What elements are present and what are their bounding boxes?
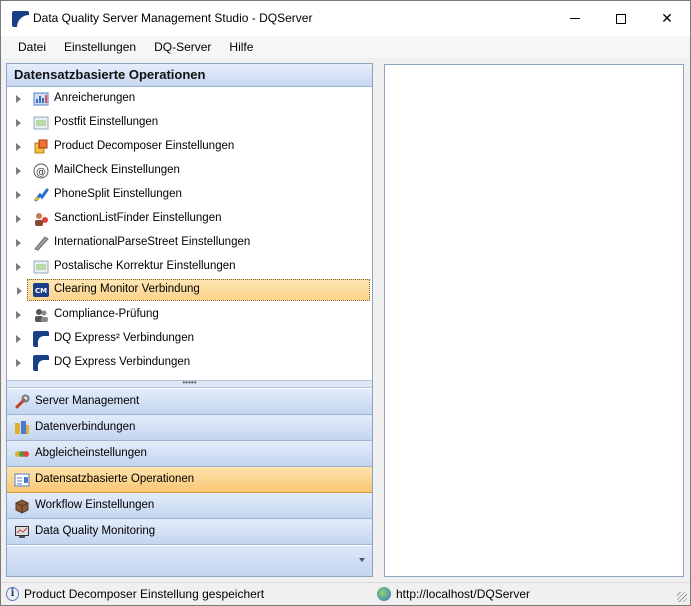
tree-item-dq-express2[interactable]: DQ Express² Verbindungen	[7, 328, 370, 350]
menu-einstellungen[interactable]: Einstellungen	[55, 40, 145, 54]
tree-item-clearing-monitor[interactable]: CM Clearing Monitor Verbindung	[17, 279, 370, 301]
tree-item-label: Postalische Korrektur Einstellungen	[54, 260, 236, 272]
content-panel	[384, 64, 684, 577]
tree-item-label: Product Decomposer Einstellungen	[54, 140, 235, 152]
tree-item-mailcheck[interactable]: @ MailCheck Einstellungen	[7, 160, 370, 182]
panel-header: Datensatzbasierte Operationen	[7, 64, 372, 87]
record-operations-icon	[14, 473, 30, 487]
panel-splitter[interactable]: •••••	[7, 379, 372, 388]
main-window: Data Quality Server Management Studio - …	[0, 0, 691, 606]
server-url: http://localhost/DQServer	[396, 587, 531, 601]
expand-arrow-icon[interactable]	[16, 191, 21, 199]
clearing-monitor-icon: CM	[33, 283, 49, 297]
sanction-list-icon	[35, 213, 48, 226]
wrench-icon	[15, 394, 30, 409]
nav-label: Server Management	[35, 395, 140, 407]
nav-label: Datenverbindungen	[35, 421, 136, 433]
phonesplit-icon	[34, 188, 49, 202]
tree-item-label: SanctionListFinder Einstellungen	[54, 212, 222, 224]
tree-item-product-decomposer[interactable]: Product Decomposer Einstellungen	[7, 136, 370, 158]
tree-item-label: Clearing Monitor Verbindung	[54, 283, 200, 295]
enrichment-icon	[33, 92, 49, 106]
svg-text:CM: CM	[35, 287, 47, 295]
menu-dq-server[interactable]: DQ-Server	[145, 40, 220, 54]
chevron-down-icon[interactable]	[359, 558, 365, 562]
menu-bar: Datei Einstellungen DQ-Server Hilfe	[1, 36, 690, 58]
compliance-icon	[35, 309, 48, 322]
svg-text:@: @	[36, 167, 46, 178]
expand-arrow-icon[interactable]	[16, 359, 21, 367]
tree-item-label: PhoneSplit Einstellungen	[54, 188, 182, 200]
tree-item-compliance-pruefung[interactable]: Compliance-Prüfung	[7, 304, 370, 326]
window-title: Data Quality Server Management Studio - …	[33, 11, 313, 25]
tree-item-anreicherungen[interactable]: Anreicherungen	[7, 88, 370, 110]
nav-workflow-einstellungen[interactable]: Workflow Einstellungen	[7, 493, 372, 519]
tree-item-label: Compliance-Prüfung	[54, 308, 159, 320]
tree-item-postalische-korrektur[interactable]: Postalische Korrektur Einstellungen	[7, 256, 370, 278]
nav-abgleicheinstellungen[interactable]: Abgleicheinstellungen	[7, 441, 372, 467]
expand-arrow-icon[interactable]	[16, 167, 21, 175]
tree-item-sanctionlistfinder[interactable]: SanctionListFinder Einstellungen	[7, 208, 370, 230]
monitoring-icon	[15, 526, 29, 538]
nav-label: Abgleicheinstellungen	[35, 447, 147, 459]
tree-item-postfit[interactable]: Postfit Einstellungen	[7, 112, 370, 134]
nav-label: Workflow Einstellungen	[35, 499, 155, 511]
data-connections-icon	[15, 421, 29, 434]
nav-overflow-bar	[7, 546, 372, 576]
expand-arrow-icon[interactable]	[16, 143, 21, 151]
expand-arrow-icon[interactable]	[16, 263, 21, 271]
minimize-button[interactable]	[552, 1, 598, 36]
globe-icon	[377, 587, 391, 601]
expand-arrow-icon[interactable]	[16, 311, 21, 319]
tree-item-label: Postfit Einstellungen	[54, 116, 159, 128]
expand-arrow-icon[interactable]	[16, 215, 21, 223]
tree-item-label: DQ Express Verbindungen	[54, 356, 191, 368]
resize-grip-icon[interactable]	[677, 592, 687, 602]
tree-item-phonesplit[interactable]: PhoneSplit Einstellungen	[7, 184, 370, 206]
maximize-icon	[616, 13, 626, 24]
postfit-icon	[33, 116, 49, 130]
product-decomposer-icon	[34, 139, 48, 154]
menu-datei[interactable]: Datei	[1, 40, 55, 54]
minimize-icon	[570, 18, 580, 19]
status-message: Product Decomposer Einstellung gespeiche…	[24, 587, 265, 601]
expand-arrow-icon[interactable]	[16, 95, 21, 103]
tree-item-internationalparsestreet[interactable]: InternationalParseStreet Einstellungen	[7, 232, 370, 254]
parse-street-icon	[34, 236, 49, 251]
mailcheck-icon: @	[33, 163, 49, 179]
maximize-button[interactable]	[598, 1, 644, 36]
nav-datenverbindungen[interactable]: Datenverbindungen	[7, 415, 372, 441]
tree-item-dq-express[interactable]: DQ Express Verbindungen	[7, 352, 370, 374]
title-bar[interactable]: Data Quality Server Management Studio - …	[1, 1, 690, 36]
nav-datensatzbasierte-operationen[interactable]: Datensatzbasierte Operationen	[7, 467, 372, 493]
nav-label: Datensatzbasierte Operationen	[35, 473, 195, 485]
nav-label: Data Quality Monitoring	[35, 525, 156, 537]
expand-arrow-icon[interactable]	[16, 119, 21, 127]
postal-correction-icon	[33, 260, 49, 274]
nav-data-quality-monitoring[interactable]: Data Quality Monitoring	[7, 519, 372, 545]
expand-arrow-icon[interactable]	[16, 335, 21, 343]
app-logo-icon	[12, 11, 29, 27]
nav-server-management[interactable]: Server Management	[7, 389, 372, 415]
tree-item-label: InternationalParseStreet Einstellungen	[54, 236, 251, 248]
tree-item-label: MailCheck Einstellungen	[54, 164, 180, 176]
workflow-icon	[15, 499, 29, 514]
dq-express2-icon	[33, 331, 49, 347]
expand-arrow-icon[interactable]	[17, 287, 22, 295]
status-bar: i Product Decomposer Einstellung gespeic…	[1, 582, 690, 605]
tree-item-label: DQ Express² Verbindungen	[54, 332, 194, 344]
dq-express-icon	[33, 355, 49, 371]
expand-arrow-icon[interactable]	[16, 239, 21, 247]
close-icon: ✕	[661, 10, 673, 26]
info-icon: i	[6, 587, 19, 601]
tree-item-label: Anreicherungen	[54, 92, 136, 104]
navigation-panel: Datensatzbasierte Operationen Anreicheru…	[6, 63, 373, 577]
menu-hilfe[interactable]: Hilfe	[220, 40, 262, 54]
matching-icon	[15, 451, 29, 457]
close-button[interactable]: ✕	[644, 1, 690, 36]
operations-tree: Anreicherungen Postfit Einstellungen Pro…	[7, 87, 372, 379]
